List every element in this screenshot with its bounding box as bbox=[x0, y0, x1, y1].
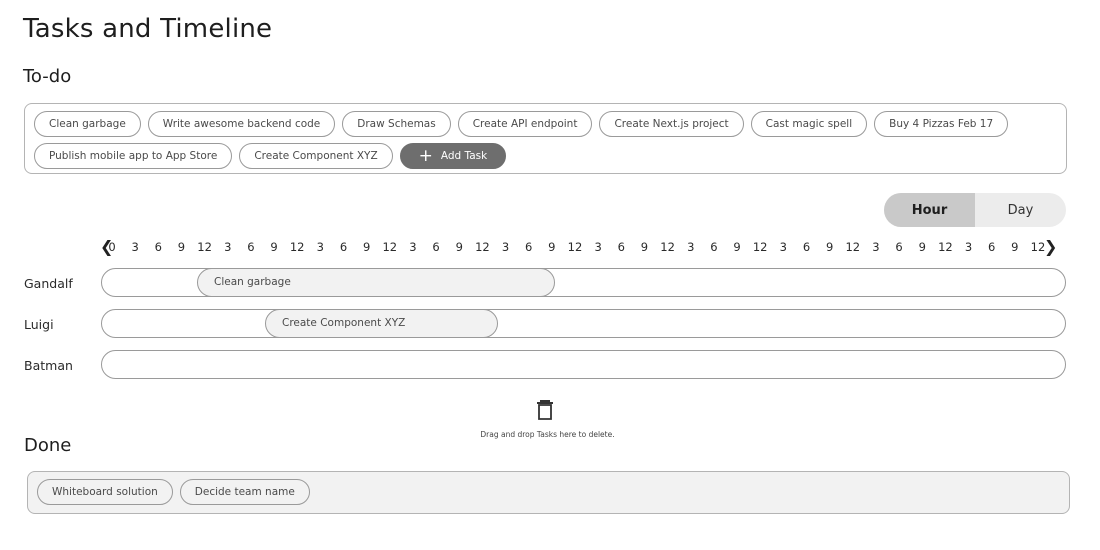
timeline-tick-label: 6 bbox=[432, 240, 440, 254]
hour-view-button[interactable]: Hour bbox=[884, 193, 975, 227]
timeline-tick-label: 6 bbox=[988, 240, 996, 254]
task-chip[interactable]: Create Component XYZ bbox=[239, 143, 393, 169]
task-chip[interactable]: Write awesome backend code bbox=[147, 111, 336, 137]
timeline-task[interactable]: Create Component XYZ bbox=[265, 309, 498, 338]
timeline-lane-luigi[interactable]: Create Component XYZ bbox=[101, 309, 1066, 338]
timeline-tick-label: 3 bbox=[594, 240, 602, 254]
task-chip[interactable]: Publish mobile app to App Store bbox=[34, 143, 233, 169]
timeline-task[interactable]: Clean garbage bbox=[197, 268, 555, 297]
timeline-tick-label: 12 bbox=[197, 240, 212, 254]
timeline-tick-label: 12 bbox=[845, 240, 861, 254]
trash-drop-hint: Drag and drop Tasks here to delete. bbox=[480, 430, 615, 439]
timeline-tick-label: 12 bbox=[1030, 240, 1046, 254]
timeline-tick-label: 6 bbox=[154, 240, 162, 254]
timeline-tick-label: 3 bbox=[687, 240, 695, 254]
timeline-tick-label: 12 bbox=[752, 240, 768, 254]
row-label-luigi: Luigi bbox=[24, 317, 54, 332]
task-chip[interactable]: Clean garbage bbox=[34, 111, 141, 137]
timeline-tick-label: 9 bbox=[918, 240, 926, 254]
add-task-button[interactable]: + Add Task bbox=[399, 143, 507, 169]
timeline-tick-label: 6 bbox=[339, 240, 348, 254]
plus-icon: + bbox=[418, 146, 433, 166]
timeline-tick-label: 9 bbox=[177, 240, 186, 254]
timeline-tick-label: 6 bbox=[802, 240, 811, 254]
timeline-tick-label: 6 bbox=[617, 240, 625, 254]
timeline-lane-batman[interactable] bbox=[101, 350, 1066, 379]
done-section-title: Done bbox=[24, 435, 72, 456]
task-chip[interactable]: Create API endpoint bbox=[457, 111, 593, 137]
done-task-chip[interactable]: Whiteboard solution bbox=[37, 479, 173, 505]
timeline-tick-label: 9 bbox=[455, 240, 463, 254]
timeline-tick-label: 12 bbox=[382, 240, 398, 254]
todo-task-pool: Clean garbage Write awesome backend code… bbox=[24, 103, 1067, 174]
timeline-tick-label: 3 bbox=[964, 240, 973, 254]
add-task-label: Add Task bbox=[440, 150, 488, 162]
task-chip[interactable]: Draw Schemas bbox=[342, 111, 451, 137]
timeline-tick-label: 12 bbox=[938, 240, 953, 254]
task-chip[interactable]: Create Next.js project bbox=[599, 111, 744, 137]
day-view-button[interactable]: Day bbox=[975, 193, 1066, 227]
timeline-tick-label: 6 bbox=[710, 240, 718, 254]
page-title: Tasks and Timeline bbox=[23, 14, 273, 44]
timeline-tick-label: 9 bbox=[362, 240, 371, 254]
timeline-tick-label: 6 bbox=[895, 240, 903, 254]
timeline-tick-label: 3 bbox=[409, 240, 417, 254]
timeline-tick-label: 9 bbox=[640, 240, 649, 254]
task-chip[interactable]: Buy 4 Pizzas Feb 17 bbox=[874, 111, 1009, 137]
timeline-lane-gandalf[interactable]: Clean garbage bbox=[101, 268, 1066, 297]
timeline-tick-label: 3 bbox=[501, 240, 510, 254]
timeline-tick-label: 3 bbox=[224, 240, 232, 254]
timeline-tick-label: 6 bbox=[247, 240, 255, 254]
done-task-pool: Whiteboard solution Decide team name bbox=[27, 471, 1070, 514]
timeline-tick-label: 3 bbox=[872, 240, 880, 254]
timeline-tick-label: 9 bbox=[270, 240, 278, 254]
timeline-tick-label: 12 bbox=[660, 240, 675, 254]
timeline-axis: ❮ ❯ 0 3 6 9 12 3 6 9 12 3 6 9 12 3 6 9 12 3 6 9 12 3 6 9 12 3 6 9 12… bbox=[100, 237, 1060, 258]
timeline-tick-label: 3 bbox=[131, 240, 139, 254]
todo-section-title: To-do bbox=[23, 66, 72, 87]
task-chip[interactable]: Cast magic spell bbox=[750, 111, 868, 137]
timeline-tick-label: 12 bbox=[475, 240, 490, 254]
timeline-tick-label: 3 bbox=[779, 240, 787, 254]
trash-icon[interactable] bbox=[536, 399, 554, 421]
timeline-tick-label: 0 bbox=[108, 240, 116, 254]
timeline-tick-label: 12 bbox=[289, 240, 305, 254]
view-toggle: Hour Day bbox=[884, 193, 1066, 227]
timeline-tick-label: 9 bbox=[548, 240, 556, 254]
timeline-tick-label: 9 bbox=[733, 240, 741, 254]
timeline-tick-label: 12 bbox=[567, 240, 583, 254]
timeline-tick-label: 6 bbox=[525, 240, 533, 254]
row-label-gandalf: Gandalf bbox=[24, 276, 73, 291]
timeline-tick-label: 9 bbox=[1011, 240, 1019, 254]
row-label-batman: Batman bbox=[24, 358, 73, 373]
done-task-chip[interactable]: Decide team name bbox=[179, 479, 310, 505]
timeline-tick-label: 3 bbox=[316, 240, 324, 254]
timeline-tick-label: 9 bbox=[825, 240, 834, 254]
